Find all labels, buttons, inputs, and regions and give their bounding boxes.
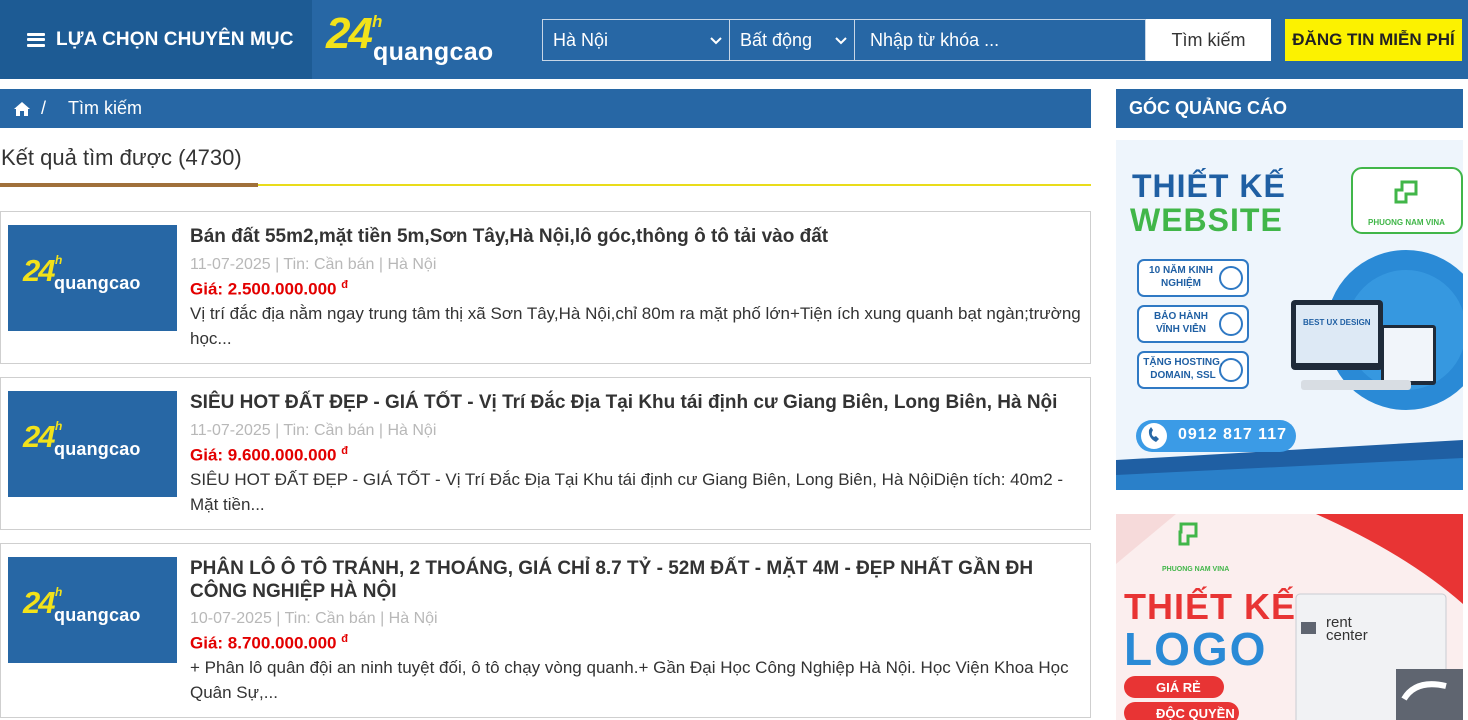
chevron-down-icon: [710, 37, 722, 45]
ad2-mock-brand-2: center: [1326, 627, 1368, 644]
listing-meta: 10-07-2025 | Tin: Cần bán | Hà Nội: [190, 610, 438, 627]
listing-price: Giá: 9.600.000.000 đ: [190, 445, 348, 466]
logo-design-ad-banner[interactable]: PHUONG NAM VINA THIẾT KẾ LOGO GIÁ RẺ ĐỘC…: [1116, 514, 1463, 720]
site-header: LỰA CHỌN CHUYÊN MỤC 24 h quangcao Hà Nội…: [0, 0, 1468, 79]
thumb-logo-number: 24: [23, 585, 56, 620]
city-select[interactable]: Hà Nội: [542, 19, 730, 61]
listing-thumbnail[interactable]: 24 h quangcao: [8, 225, 177, 331]
thumb-logo-text: quangcao: [54, 439, 141, 459]
logo-h: h: [372, 12, 383, 31]
category-select-value: Bất động: [740, 29, 813, 50]
ad1-headline-2: WEBSITE: [1130, 202, 1283, 238]
ad2-brand: PHUONG NAM VINA: [1162, 566, 1230, 573]
ad1-feature-1: 10 NĂM KINH NGHIỆM: [1149, 265, 1213, 289]
website-design-ad-banner[interactable]: THIẾT KẾ WEBSITE PHUONG NAM VINA 10 NĂM …: [1116, 140, 1463, 490]
listing-card[interactable]: 24 h quangcao SIÊU HOT ĐẤT ĐẸP - GIÁ TỐT…: [0, 377, 1091, 530]
thumb-logo-text: quangcao: [54, 273, 141, 293]
breadcrumb-separator: /: [41, 98, 47, 118]
ad1-phone: 0912 817 117: [1178, 426, 1287, 443]
logo-text: quangcao: [373, 38, 494, 66]
currency-symbol: đ: [341, 445, 348, 457]
ad2-headline-2: LOGO: [1124, 623, 1268, 675]
thumb-logo-number: 24: [23, 419, 56, 454]
breadcrumb-current: Tìm kiếm: [68, 98, 143, 118]
breadcrumb: / Tìm kiếm: [0, 89, 1091, 128]
thumb-logo-h: h: [55, 253, 63, 267]
listing-card[interactable]: 24 h quangcao Bán đất 55m2,mặt tiền 5m,S…: [0, 211, 1091, 364]
ad2-tag-exclusive: ĐỘC QUYỀN: [1156, 706, 1235, 720]
listing-price: Giá: 2.500.000.000 đ: [190, 279, 348, 300]
city-select-value: Hà Nội: [553, 29, 609, 50]
ad1-screen-text: BEST UX DESIGN: [1303, 318, 1371, 327]
thumb-logo-h: h: [55, 419, 63, 433]
currency-symbol: đ: [341, 633, 348, 645]
listing-thumbnail[interactable]: 24 h quangcao: [8, 557, 177, 663]
ad2-mock-brand: rent center: [1326, 615, 1368, 644]
price-value: Giá: 9.600.000.000: [190, 445, 337, 465]
listing-description: Vị trí đắc địa nằm ngay trung tâm thị xã…: [190, 304, 1081, 348]
search-button[interactable]: Tìm kiếm: [1146, 19, 1271, 61]
currency-symbol: đ: [341, 279, 348, 291]
ad1-headline-1: THIẾT KẾ: [1132, 168, 1286, 204]
search-placeholder: Nhập từ khóa ...: [870, 29, 1000, 50]
ad1-feature-2: BẢO HÀNH VĨNH VIỄN: [1154, 311, 1208, 335]
price-value: Giá: 8.700.000.000: [190, 633, 337, 653]
thumb-logo-h: h: [55, 585, 63, 599]
results-count-title: Kết quả tìm được (4730): [1, 145, 242, 170]
ad1-brand: PHUONG NAM VINA: [1368, 218, 1445, 227]
search-input[interactable]: Nhập từ khóa ...: [854, 19, 1146, 61]
listing-description: + Phân lô quân đội an ninh tuyệt đối, ô …: [190, 658, 1069, 702]
listing-card[interactable]: 24 h quangcao PHÂN LÔ Ô TÔ TRÁNH, 2 THOÁ…: [0, 543, 1091, 718]
thumb-logo-number: 24: [23, 253, 56, 288]
ad2-tag-cheap: GIÁ RẺ: [1156, 680, 1201, 695]
listing-description: SIÊU HOT ĐẤT ĐẸP - GIÁ TỐT - Vị Trí Đắc …: [190, 470, 1064, 514]
category-select[interactable]: Bất động: [729, 19, 855, 61]
home-icon[interactable]: [13, 101, 31, 117]
post-free-ad-button[interactable]: ĐĂNG TIN MIỄN PHÍ: [1285, 19, 1462, 61]
price-value: Giá: 2.500.000.000: [190, 279, 337, 299]
site-logo[interactable]: 24 h quangcao: [326, 12, 516, 68]
listing-title[interactable]: SIÊU HOT ĐẤT ĐẸP - GIÁ TỐT - Vị Trí Đắc …: [190, 391, 1078, 414]
hamburger-icon: [27, 32, 45, 47]
listing-title[interactable]: Bán đất 55m2,mặt tiền 5m,Sơn Tây,Hà Nội,…: [190, 225, 1078, 248]
ad1-feature-3: TẶNG HOSTING, DOMAIN, SSL: [1143, 357, 1223, 381]
listing-thumbnail[interactable]: 24 h quangcao: [8, 391, 177, 497]
listing-meta: 11-07-2025 | Tin: Cần bán | Hà Nội: [190, 256, 437, 273]
listing-meta: 11-07-2025 | Tin: Cần bán | Hà Nội: [190, 422, 437, 439]
title-underline-accent: [0, 183, 258, 187]
category-menu-button[interactable]: LỰA CHỌN CHUYÊN MỤC: [0, 0, 312, 79]
thumb-logo-text: quangcao: [54, 605, 141, 625]
sidebar-title: GÓC QUẢNG CÁO: [1116, 89, 1463, 128]
listing-title[interactable]: PHÂN LÔ Ô TÔ TRÁNH, 2 THOÁNG, GIÁ CHỈ 8.…: [190, 557, 1078, 603]
category-menu-label: LỰA CHỌN CHUYÊN MỤC: [56, 28, 294, 50]
chevron-down-icon: [835, 37, 847, 45]
listing-price: Giá: 8.700.000.000 đ: [190, 633, 348, 654]
logo-number: 24: [326, 9, 373, 58]
